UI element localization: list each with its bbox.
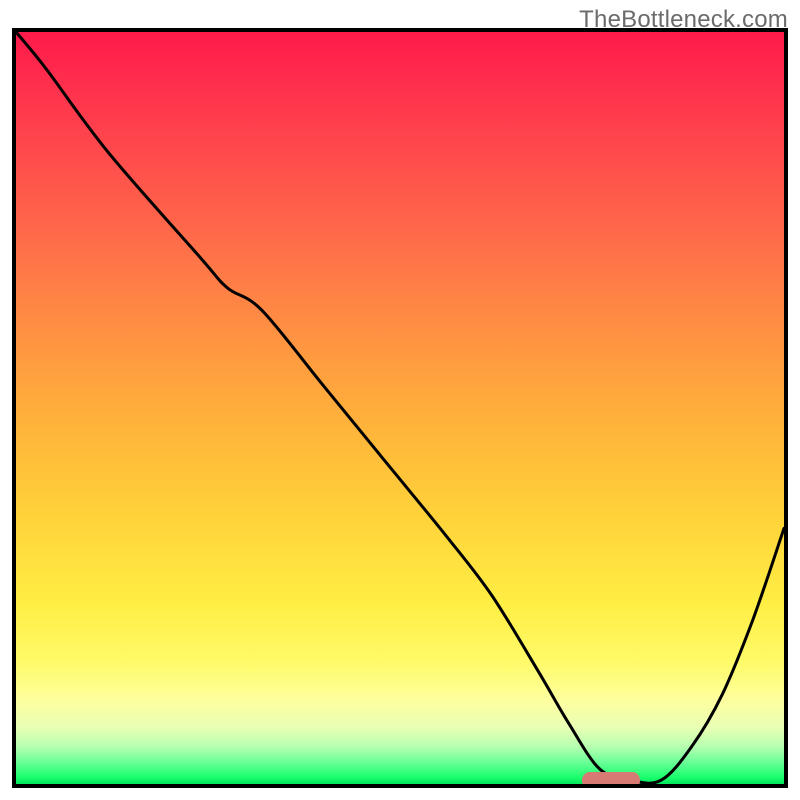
watermark-text: TheBottleneck.com [579,6,788,34]
optimal-range-marker [582,772,640,788]
plot-area [12,28,788,788]
chart-frame: TheBottleneck.com [0,0,800,800]
bottleneck-curve-path [16,32,784,783]
line-curve-svg [16,32,784,784]
